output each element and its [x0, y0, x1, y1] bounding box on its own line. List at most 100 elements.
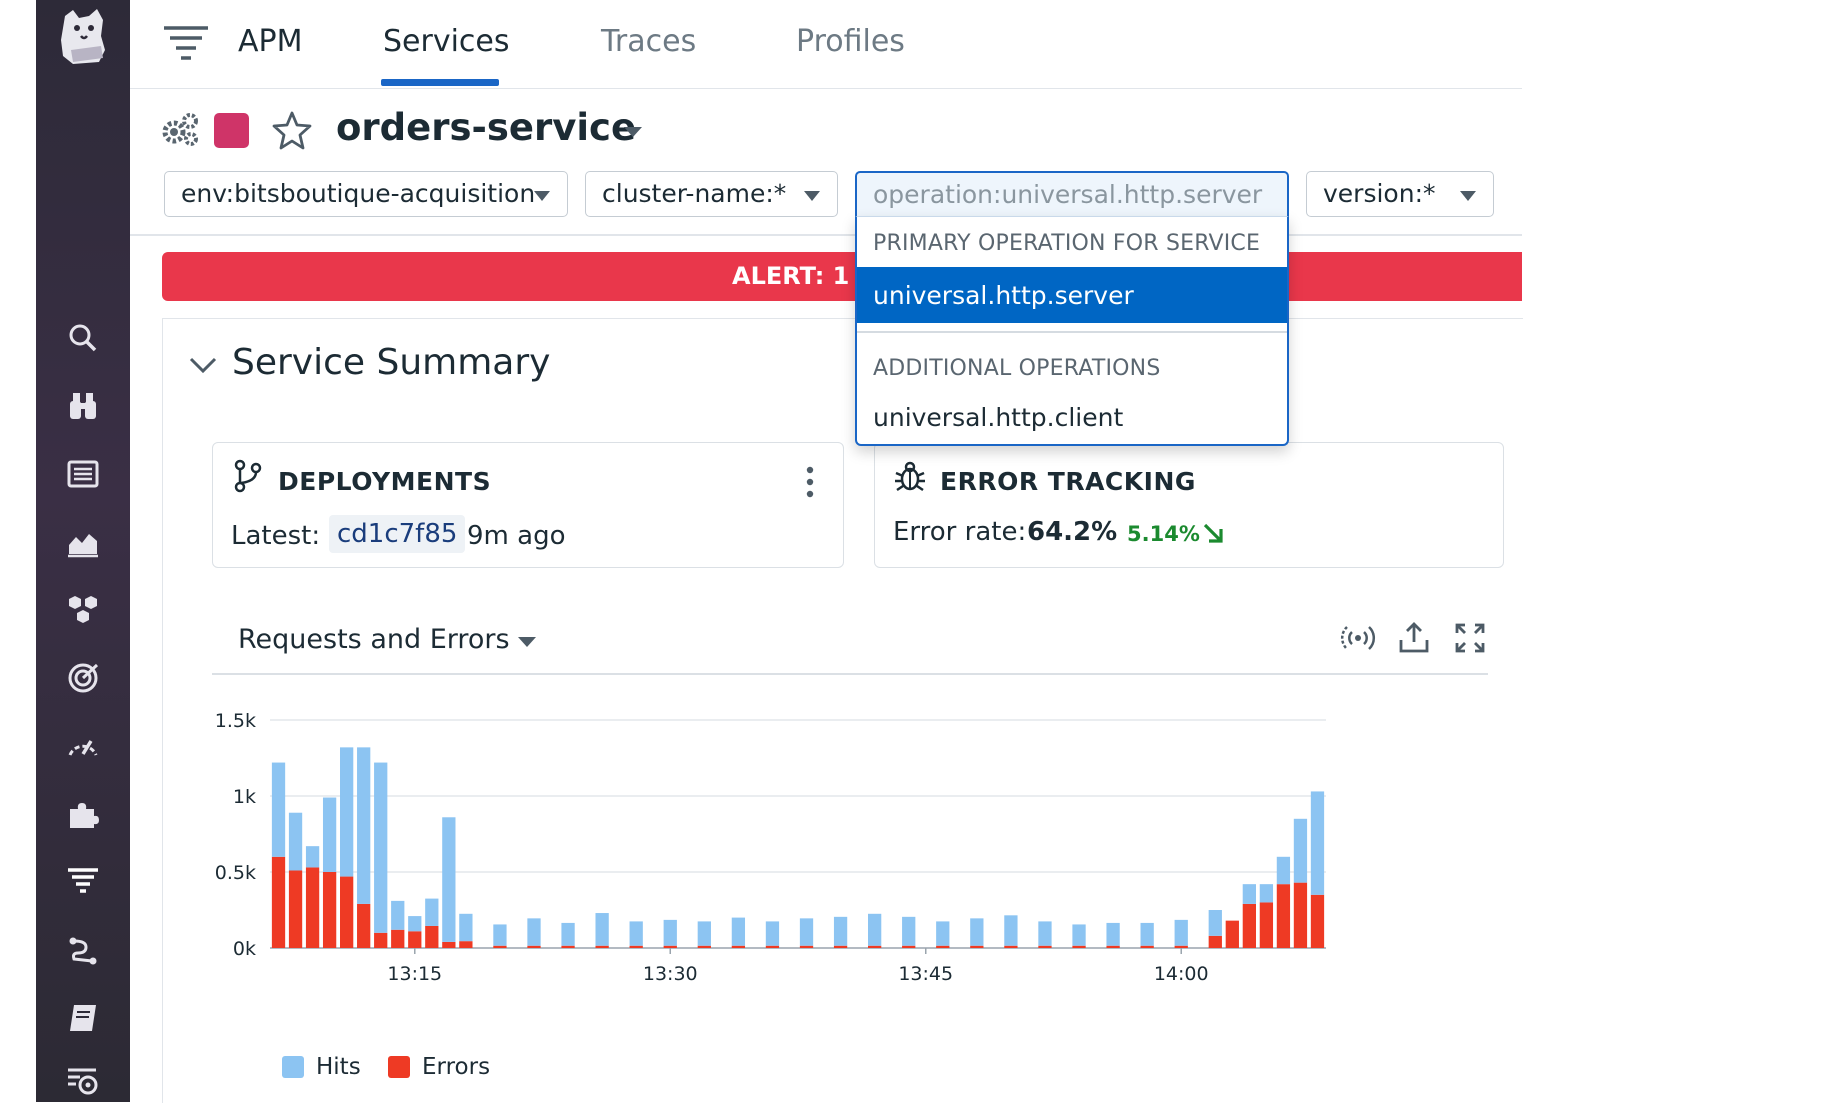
- puzzle-icon[interactable]: [63, 794, 103, 834]
- route-icon[interactable]: [63, 930, 103, 970]
- hits-bar: [1259, 884, 1274, 903]
- chevron-down-icon[interactable]: [516, 634, 538, 648]
- deploy-time: 9m ago: [467, 521, 566, 551]
- hits-bar: [697, 921, 711, 946]
- errors-bar: [629, 945, 643, 948]
- errors-bar: [271, 856, 286, 948]
- additional-operations-header: ADDITIONAL OPERATIONS: [873, 356, 1161, 381]
- latest-label: Latest:: [231, 521, 321, 551]
- x-tick-label: 13:15: [387, 963, 442, 985]
- chevron-down-icon: [1460, 191, 1476, 201]
- collapse-chevron-icon[interactable]: [188, 354, 218, 376]
- errors-bar: [1208, 935, 1222, 948]
- operation-filter-input[interactable]: operation:universal.http.server: [855, 171, 1289, 217]
- error-rate-value: 64.2%: [1027, 517, 1118, 547]
- book-icon[interactable]: [63, 998, 103, 1038]
- live-signal-icon[interactable]: [1340, 620, 1376, 656]
- errors-bar: [1259, 902, 1274, 948]
- errors-bar: [374, 932, 388, 948]
- errors-bar: [697, 945, 711, 948]
- hits-bar: [1140, 922, 1154, 946]
- errors-bar: [1140, 945, 1154, 948]
- cluster-filter[interactable]: cluster-name:*: [585, 171, 838, 217]
- hits-bar: [799, 918, 814, 946]
- errors-bar: [425, 925, 439, 948]
- hits-bar: [322, 797, 337, 872]
- errors-bar: [765, 945, 780, 948]
- hits-bar: [1106, 922, 1120, 946]
- hits-bar: [1072, 924, 1086, 946]
- hits-bar: [629, 921, 643, 946]
- hits-bar: [1293, 818, 1308, 883]
- tab-profiles[interactable]: Profiles: [796, 24, 905, 59]
- export-icon[interactable]: [1396, 620, 1432, 656]
- x-tick-label: 13:30: [643, 963, 698, 985]
- operation-option-primary[interactable]: universal.http.server: [857, 267, 1287, 323]
- service-summary-title: Service Summary: [232, 342, 551, 383]
- x-tick-label: 13:45: [898, 963, 953, 985]
- hits-bar: [1174, 919, 1188, 946]
- errors-bar: [442, 941, 456, 948]
- settings-list-icon[interactable]: [63, 1062, 103, 1102]
- hits-bar: [288, 812, 303, 871]
- errors-bar: [1293, 882, 1308, 948]
- star-icon[interactable]: [271, 110, 313, 150]
- requests-errors-chart: 0k 0.5k 1k 1.5k 13:15 13:30 13:45 14:00: [215, 710, 1326, 985]
- errors-bar: [970, 945, 984, 948]
- version-filter[interactable]: version:*: [1306, 171, 1494, 217]
- errors-bar: [833, 945, 848, 948]
- hits-bar: [391, 900, 405, 930]
- hits-bar: [731, 917, 746, 946]
- errors-bar: [1004, 945, 1018, 948]
- legend-hits[interactable]: Hits: [282, 1054, 361, 1080]
- deployments-title: DEPLOYMENTS: [278, 467, 492, 496]
- errors-bar: [408, 931, 422, 948]
- commit-link[interactable]: cd1c7f85: [329, 515, 466, 553]
- apm-menu-icon[interactable]: [162, 24, 210, 64]
- binoculars-icon[interactable]: [63, 386, 103, 426]
- primary-operation-header: PRIMARY OPERATION FOR SERVICE: [873, 231, 1261, 256]
- errors-bar: [731, 945, 746, 948]
- hits-bar: [459, 913, 473, 942]
- hits-bar: [340, 747, 354, 877]
- legend-errors-label: Errors: [422, 1054, 491, 1080]
- errors-bar: [902, 945, 916, 948]
- expand-icon[interactable]: [1452, 620, 1488, 656]
- dog-logo-icon[interactable]: [53, 6, 113, 68]
- gauge-icon[interactable]: [63, 726, 103, 766]
- target-icon[interactable]: [63, 658, 103, 698]
- search-icon[interactable]: [63, 318, 103, 358]
- hits-bar: [357, 747, 371, 904]
- error-tracking-card: ERROR TRACKING Error rate: 64.2% 5.14%: [874, 442, 1504, 568]
- errors-bar: [391, 929, 405, 948]
- errors-bar: [1072, 945, 1086, 948]
- alert-banner[interactable]: ALERT: 1 M: [162, 252, 1522, 301]
- tab-traces[interactable]: Traces: [601, 24, 696, 59]
- env-filter[interactable]: env:bitsboutique-acquisition: [164, 171, 568, 217]
- hexagons-icon[interactable]: [63, 590, 103, 630]
- tab-services[interactable]: Services: [383, 24, 510, 59]
- service-switch-caret-icon[interactable]: [622, 124, 644, 138]
- errors-bar: [1242, 903, 1256, 948]
- y-tick-label: 1.5k: [215, 710, 256, 732]
- bug-icon: [893, 459, 927, 493]
- gears-icon[interactable]: [160, 112, 200, 148]
- graph-title-select[interactable]: Requests and Errors: [238, 624, 510, 655]
- legend-errors[interactable]: Errors: [388, 1054, 490, 1080]
- service-color-badge: [214, 113, 249, 148]
- area-chart-icon[interactable]: [63, 522, 103, 562]
- version-filter-value: version:*: [1323, 179, 1436, 208]
- list-icon[interactable]: [63, 454, 103, 494]
- operation-dropdown-menu: PRIMARY OPERATION FOR SERVICE universal.…: [855, 216, 1289, 446]
- operation-option-client[interactable]: universal.http.client: [857, 389, 1287, 445]
- apm-label[interactable]: APM: [238, 24, 303, 59]
- deployments-card: DEPLOYMENTS Latest: cd1c7f85 9m ago: [212, 442, 844, 568]
- errors-bar: [1038, 945, 1052, 948]
- cluster-filter-value: cluster-name:*: [602, 179, 787, 208]
- arrow-down-right-icon: [1201, 521, 1225, 545]
- apm-icon[interactable]: [63, 860, 103, 900]
- kebab-menu-icon[interactable]: [805, 465, 815, 499]
- errors-bar: [868, 945, 882, 948]
- hits-bar: [765, 921, 780, 946]
- hits-bar: [425, 898, 439, 926]
